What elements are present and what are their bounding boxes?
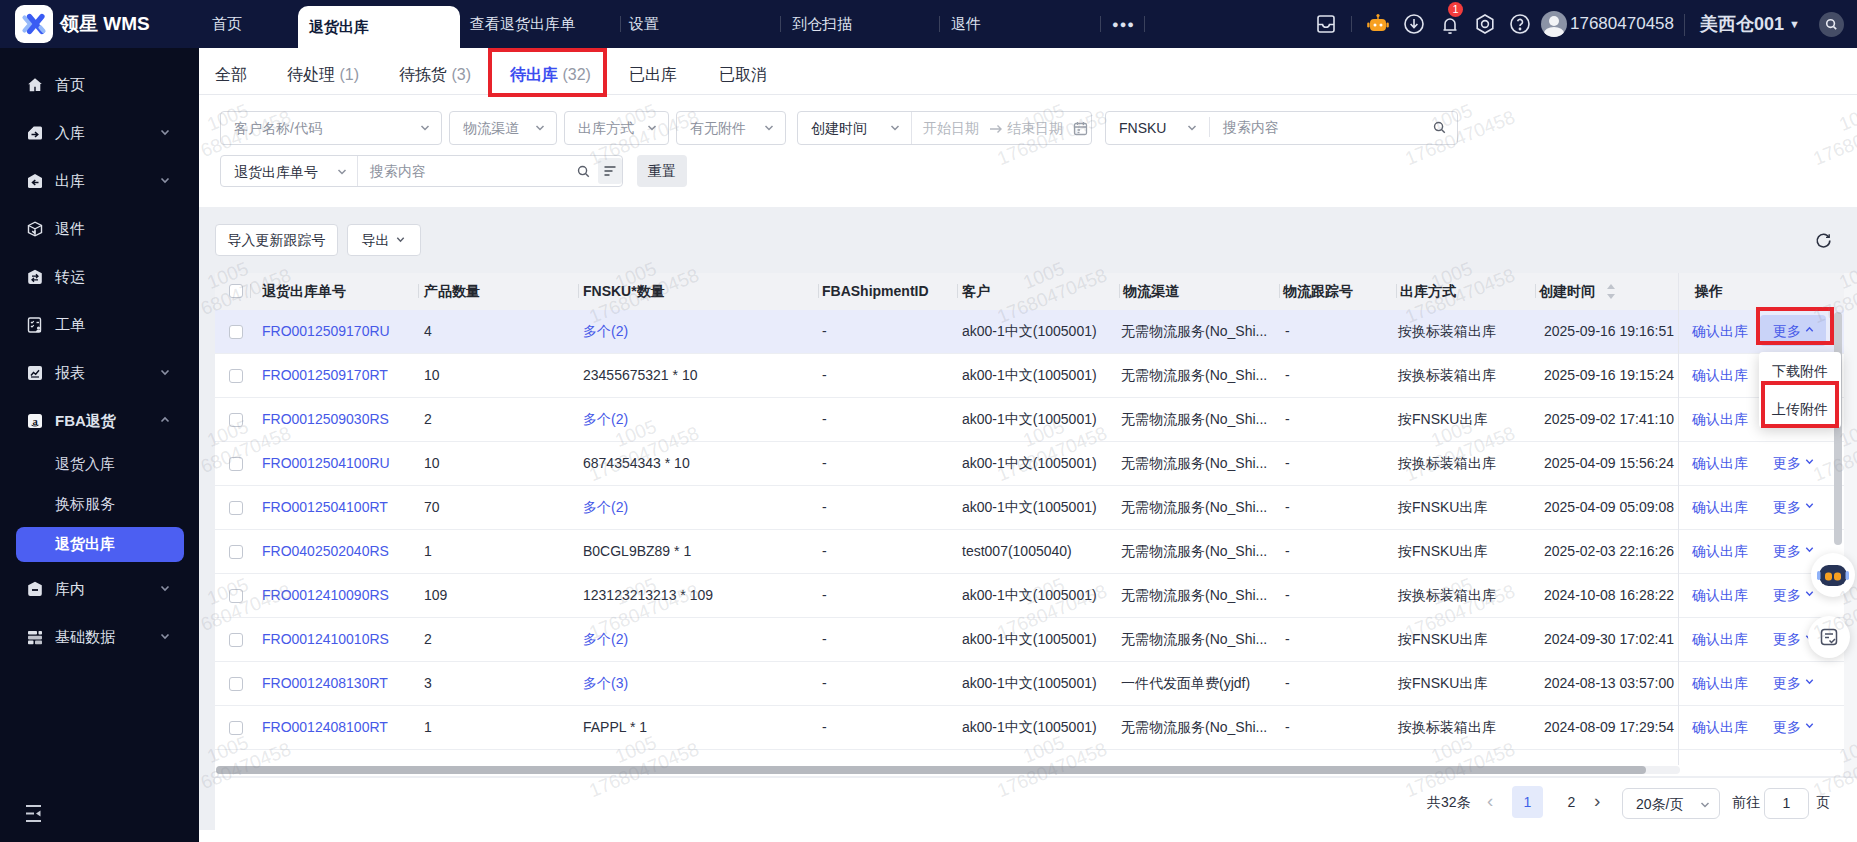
svg-text:a: a xyxy=(32,416,38,427)
